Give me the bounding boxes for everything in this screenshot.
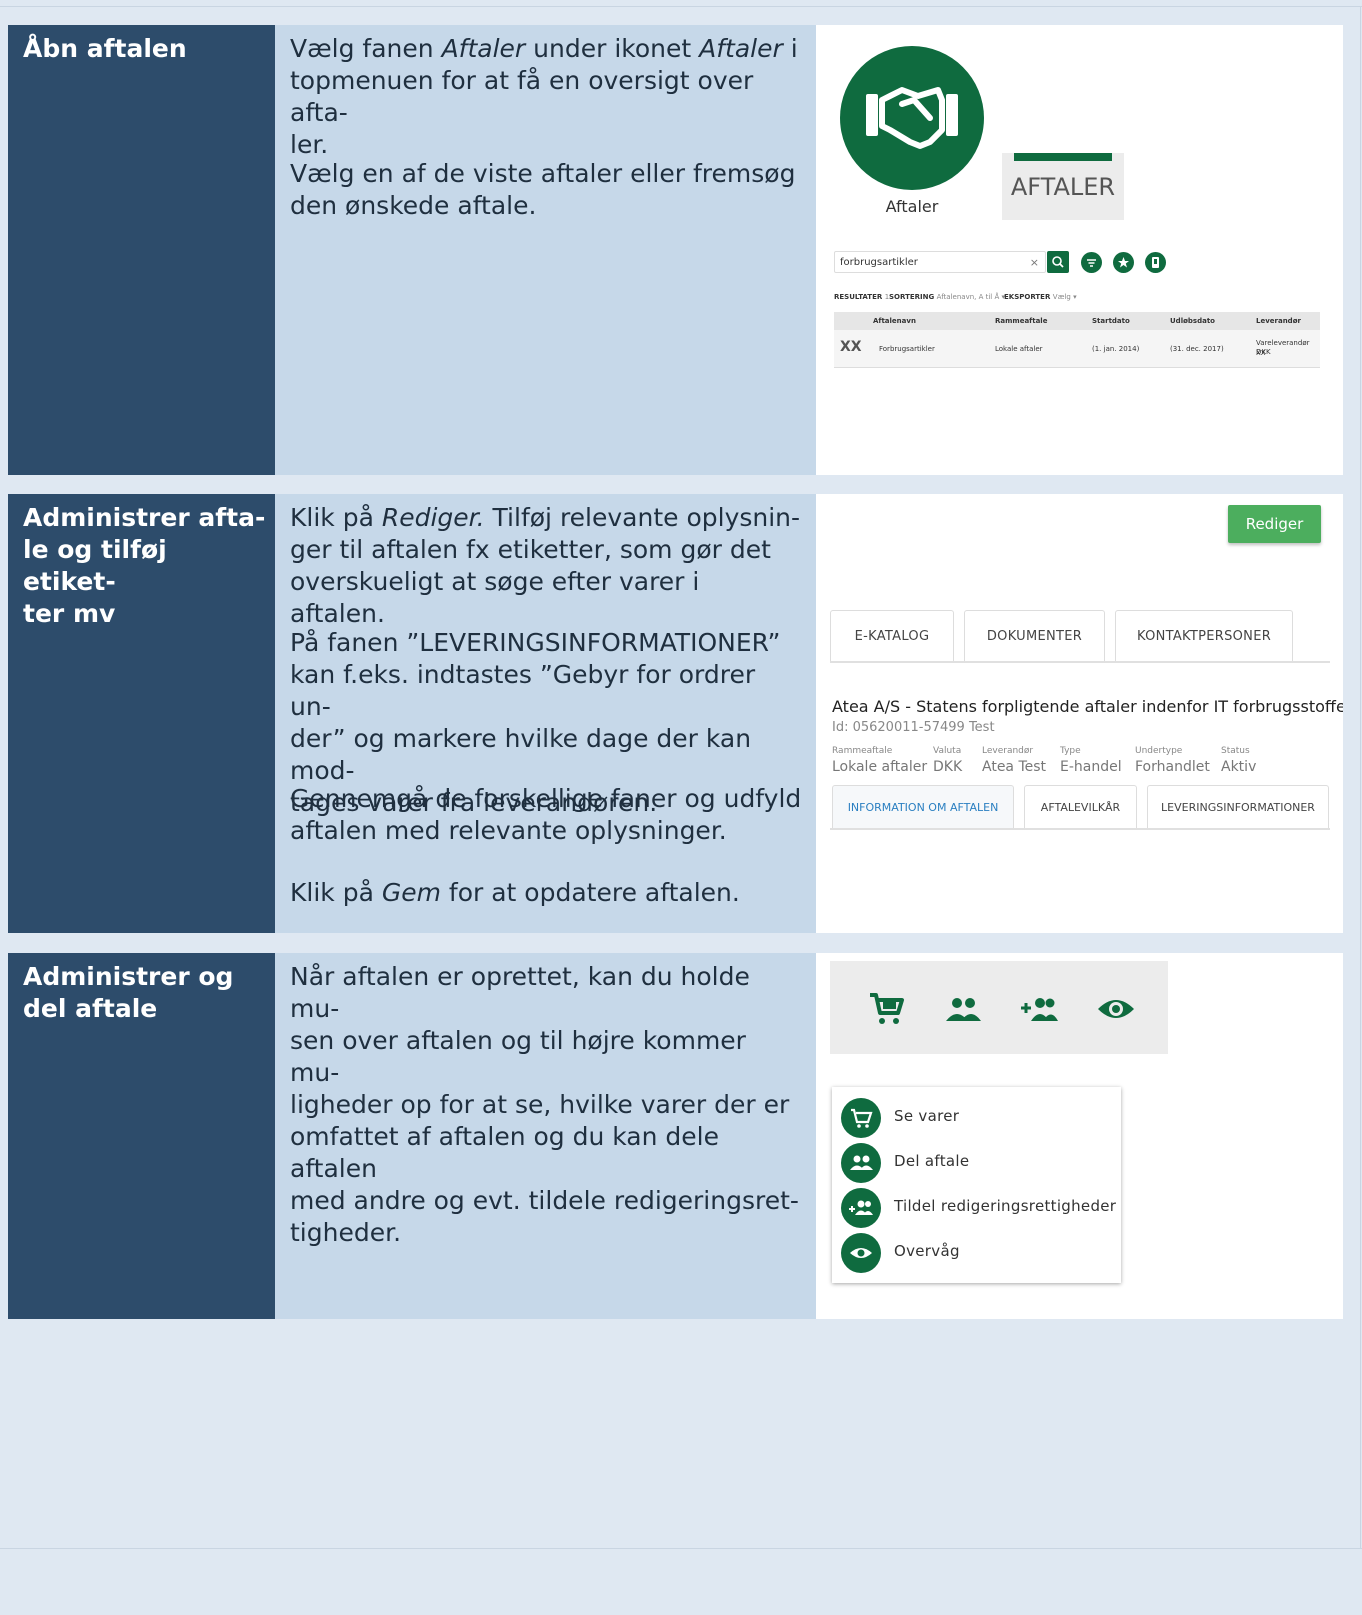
step-paragraph: Vælg fanen Aftaler under ikonet Aftaler … (290, 34, 798, 159)
step-paragraph: Gennemgå de forskellige faner og udfyld … (290, 784, 802, 845)
star-icon[interactable] (1113, 252, 1134, 273)
add-person-icon[interactable] (1019, 991, 1059, 1027)
meta-value: E-handel (1060, 759, 1122, 775)
step-paragraph: Når aftalen er oprettet, kan du holde mu… (290, 962, 799, 1247)
start-date: (1. jan. 2014) (1092, 345, 1140, 353)
column-header[interactable]: Udløbsdato (1170, 312, 1215, 330)
bottom-divider (0, 1548, 1362, 1549)
step-row-open-agreement: Åbn aftalen Vælg fanen Aftaler under iko… (8, 25, 1343, 475)
cart-icon (841, 1098, 881, 1138)
add-person-icon (841, 1188, 881, 1228)
subtab-aftalevilkaar[interactable]: AFTALEVILKÅR (1024, 785, 1137, 828)
meta-value: Lokale aftaler (832, 759, 928, 775)
handshake-icon[interactable] (840, 46, 984, 190)
agreement-action-menu: Se varer Del aftale Tildel redigeringsre… (832, 1087, 1121, 1283)
meta-value: DKK (933, 759, 963, 775)
column-header[interactable]: Aftalenavn (873, 312, 916, 330)
step-screenshot: Aftaler AFTALER forbrugsartikler × RESULT… (816, 25, 1343, 475)
column-header[interactable]: Startdato (1092, 312, 1130, 330)
menu-item-label: Overvåg (894, 1242, 960, 1260)
aftaler-icon-label: Aftaler (885, 197, 939, 216)
search-icon (1052, 256, 1064, 268)
step-screenshot: Rediger E-KATALOG DOKUMENTER KONTAKTPERS… (816, 494, 1343, 933)
supplier-logo: XX (840, 339, 862, 355)
step-screenshot: Se varer Del aftale Tildel redigeringsre… (816, 953, 1343, 1319)
results-label: RESULTATER 1 (834, 293, 890, 301)
column-header[interactable]: Leverandør (1256, 312, 1301, 330)
cart-icon[interactable] (866, 991, 906, 1027)
agreement-title: Atea A/S - Statens forpligtende aftaler … (832, 697, 1343, 716)
search-value: forbrugsartikler (840, 257, 918, 268)
subtab-leveringsinformationer[interactable]: LEVERINGSINFORMATIONER (1147, 785, 1329, 828)
meta-label: Valuta (933, 746, 962, 756)
search-input[interactable]: forbrugsartikler × (834, 251, 1046, 273)
people-icon (841, 1143, 881, 1183)
menu-item-del-aftale[interactable]: Del aftale (832, 1138, 1121, 1183)
tab-kontaktpersoner[interactable]: KONTAKTPERSONER (1115, 610, 1293, 661)
step-text-cell: Vælg fanen Aftaler under ikonet Aftaler … (275, 25, 816, 475)
meta-value: Aktiv (1221, 759, 1257, 775)
top-divider (0, 6, 1362, 7)
step-paragraph: Klik på Rediger. Tilføj relevante oplysn… (290, 503, 801, 628)
menu-item-label: Del aftale (894, 1152, 970, 1170)
meta-label: Status (1221, 746, 1250, 756)
tab-aftaler[interactable]: AFTALER (1002, 153, 1124, 220)
step-paragraph: Vælg en af de viste aftaler eller fremsø… (290, 159, 796, 220)
search-button[interactable] (1047, 251, 1069, 273)
step-heading-cell: Åbn aftalen (8, 25, 275, 475)
framework-name: Lokale aftaler (995, 345, 1043, 353)
menu-item-tildel-rettigheder[interactable]: Tildel redigeringsrettigheder (832, 1183, 1121, 1228)
eye-icon[interactable] (1096, 991, 1136, 1027)
step-heading-cell: Administrer og del aftale (8, 953, 275, 1319)
tab-dokumenter[interactable]: DOKUMENTER (964, 610, 1105, 661)
step-text-cell: Når aftalen er oprettet, kan du holde mu… (275, 953, 816, 1319)
eye-icon (841, 1233, 881, 1273)
subtab-information[interactable]: INFORMATION OM AFTALEN (832, 785, 1014, 828)
meta-label: Rammeaftale (832, 746, 893, 756)
right-divider (1360, 6, 1361, 1548)
tab-divider (830, 661, 1330, 663)
hover-action-bar (830, 961, 1168, 1054)
active-tab-indicator (1014, 153, 1112, 161)
table-header: Aftalenavn Rammeaftale Startdato Udløbsd… (834, 312, 1320, 330)
people-icon[interactable] (943, 991, 983, 1027)
subtab-divider (830, 828, 1330, 830)
column-header[interactable]: Rammeaftale (995, 312, 1047, 330)
tab-aftaler-label: AFTALER (1010, 173, 1116, 201)
menu-item-label: Tildel redigeringsrettigheder (894, 1197, 1117, 1215)
step-row-edit-agreement: Administrer afta- le og tilføj etiket- t… (8, 494, 1343, 933)
menu-item-se-varer[interactable]: Se varer (832, 1093, 1121, 1138)
step-row-share-agreement: Administrer og del aftale Når aftalen er… (8, 953, 1343, 1319)
bookmark-icon[interactable] (1145, 252, 1166, 273)
step-text-cell: Klik på Rediger. Tilføj relevante oplysn… (275, 494, 816, 933)
meta-label: Type (1060, 746, 1081, 756)
meta-value: Forhandlet (1135, 759, 1210, 775)
rediger-button[interactable]: Rediger (1228, 505, 1321, 543)
menu-item-overvaag[interactable]: Overvåg (832, 1228, 1121, 1273)
sort-control[interactable]: SORTERING Aftalenavn, A til Å ▾ (889, 293, 1005, 301)
meta-label: Leverandør (982, 746, 1034, 756)
meta-label: Undertype (1135, 746, 1183, 756)
step-heading: Administrer og del aftale (23, 962, 234, 1023)
step-paragraph: Klik på Gem for at opdatere aftalen. (290, 878, 740, 907)
table-row[interactable]: XX Forbrugsartikler Lokale aftaler (1. j… (834, 330, 1320, 368)
end-date: (31. dec. 2017) (1170, 345, 1224, 353)
clear-icon[interactable]: × (1030, 252, 1039, 274)
supplier-currency: DKK (1256, 348, 1271, 356)
step-heading: Åbn aftalen (23, 34, 187, 63)
menu-item-label: Se varer (894, 1107, 960, 1125)
export-control[interactable]: EKSPORTER Vælg ▾ (1004, 293, 1077, 301)
agreement-id: Id: 05620011-57499 Test (832, 720, 995, 735)
filter-icon[interactable] (1081, 252, 1102, 273)
step-heading-cell: Administrer afta- le og tilføj etiket- t… (8, 494, 275, 933)
agreement-name[interactable]: Forbrugsartikler (879, 344, 935, 354)
meta-value: Atea Test (982, 759, 1047, 775)
step-heading: Administrer afta- le og tilføj etiket- t… (23, 503, 266, 628)
tab-e-katalog[interactable]: E-KATALOG (830, 610, 954, 661)
